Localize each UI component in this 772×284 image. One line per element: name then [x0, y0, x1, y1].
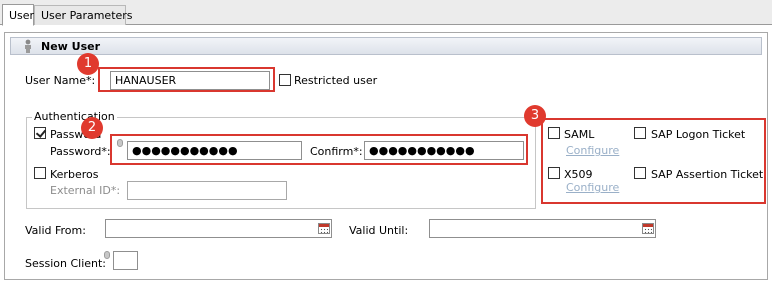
sap-logon-ticket-label: SAP Logon Ticket — [651, 128, 746, 141]
callout-1-badge: 1 — [77, 53, 99, 75]
valid-until-input[interactable] — [429, 219, 656, 238]
valid-from-input[interactable] — [105, 219, 332, 238]
info-icon — [104, 251, 110, 259]
section-header — [10, 37, 762, 55]
valid-from-label: Valid From: — [25, 224, 86, 237]
user-name-label: User Name*: — [25, 74, 96, 87]
callout-2-box — [110, 134, 528, 165]
restricted-user-checkbox[interactable] — [279, 74, 291, 86]
x509-label: X509 — [564, 168, 593, 181]
external-id-input[interactable] — [127, 181, 287, 200]
calendar-icon[interactable] — [318, 223, 330, 234]
valid-until-label: Valid Until: — [349, 224, 409, 237]
x509-checkbox[interactable] — [548, 167, 560, 179]
external-id-label: External ID*: — [50, 184, 121, 197]
sap-assertion-ticket-label: SAP Assertion Ticket — [651, 168, 764, 181]
saml-label: SAML — [564, 128, 595, 141]
callout-3-badge: 3 — [524, 105, 546, 127]
sap-assertion-ticket-checkbox[interactable] — [634, 167, 646, 179]
sap-logon-ticket-checkbox[interactable] — [634, 127, 646, 139]
tab-user[interactable]: User — [2, 4, 34, 26]
saml-configure-link[interactable]: Configure — [566, 144, 619, 157]
callout-1-box — [98, 67, 275, 92]
calendar-icon[interactable] — [642, 223, 654, 234]
kerberos-checkbox[interactable] — [34, 167, 46, 179]
authentication-label: Authentication — [32, 110, 117, 123]
session-client-label: Session Client: — [25, 257, 107, 270]
restricted-user-label: Restricted user — [294, 74, 378, 87]
password-label: Password*: — [50, 145, 111, 158]
password-checkbox[interactable] — [34, 127, 46, 139]
callout-2-badge: 2 — [81, 117, 103, 139]
page-title: New User — [41, 40, 101, 53]
tab-user-parameters[interactable]: User Parameters — [34, 5, 133, 25]
user-icon — [25, 39, 31, 53]
kerberos-label: Kerberos — [50, 168, 99, 181]
x509-configure-link[interactable]: Configure — [566, 181, 619, 194]
session-client-input[interactable] — [113, 251, 138, 270]
saml-checkbox[interactable] — [548, 127, 560, 139]
